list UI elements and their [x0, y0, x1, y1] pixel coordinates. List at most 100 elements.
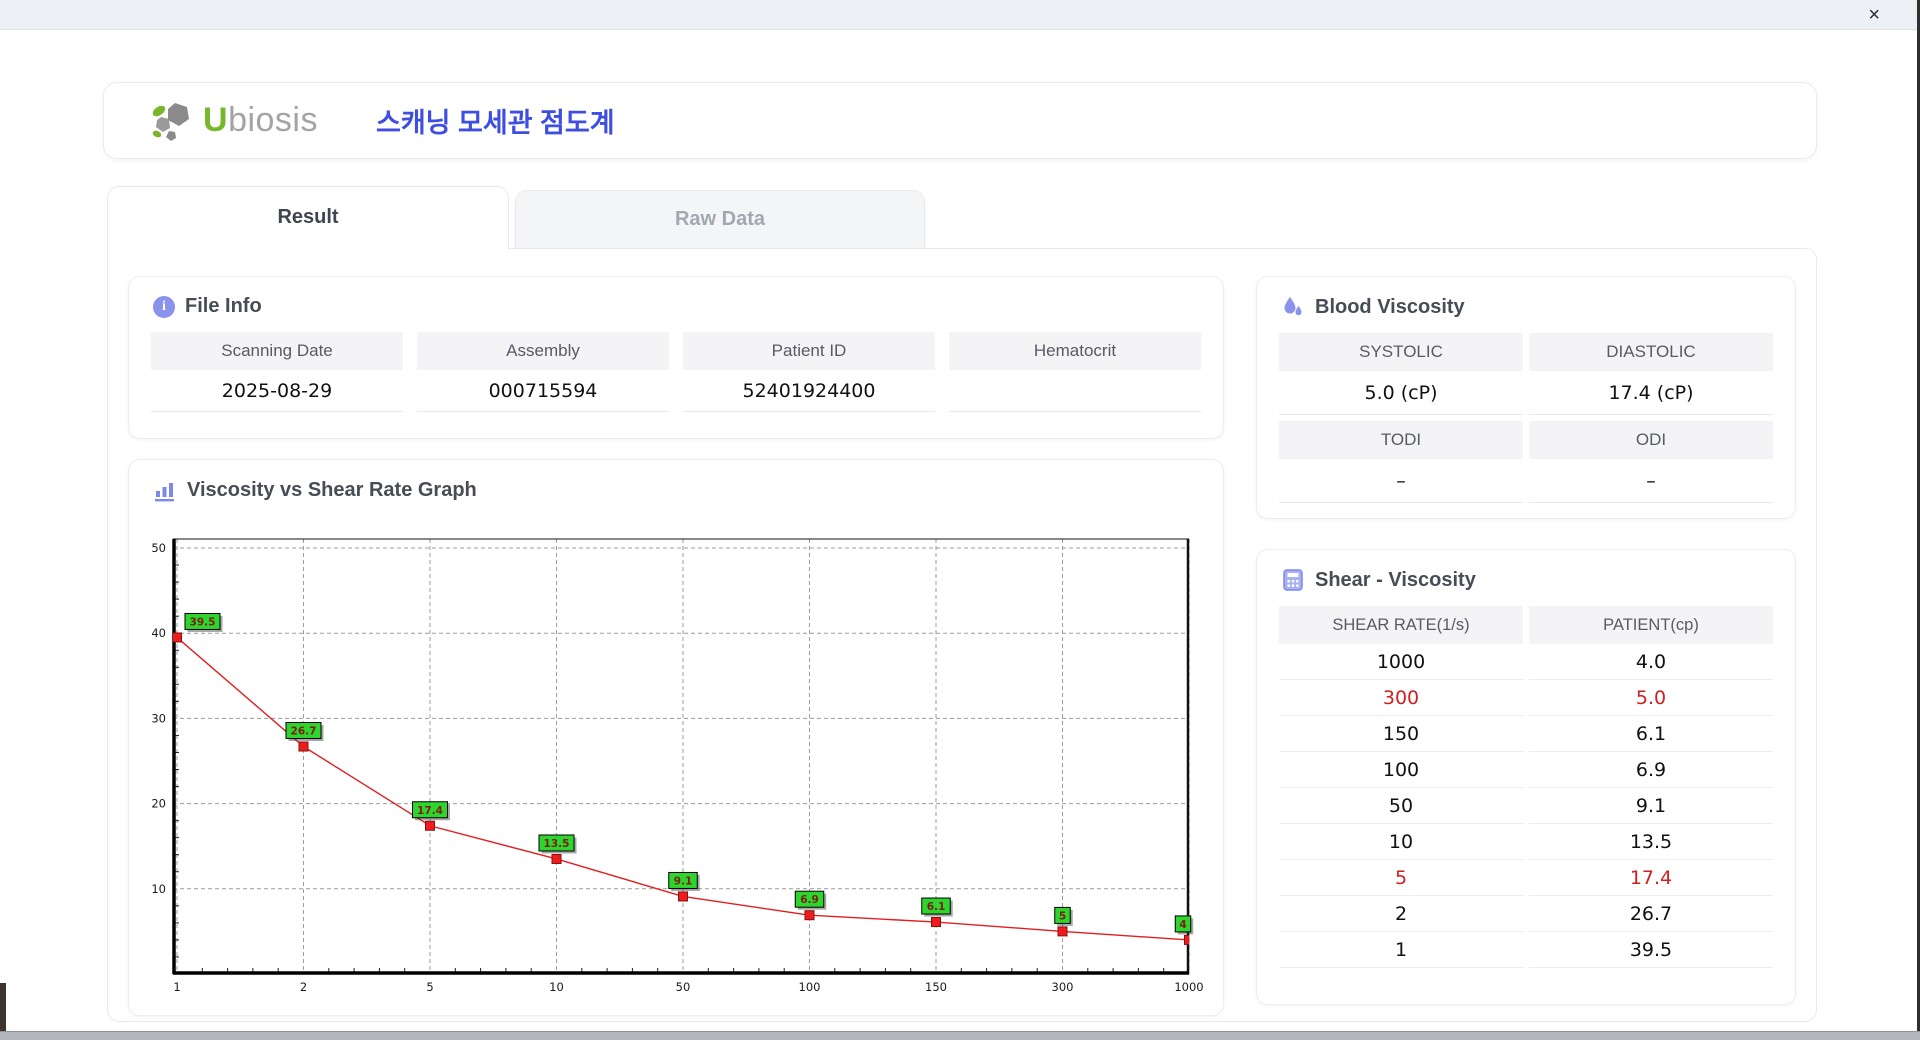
field-hematocrit: Hematocrit: [949, 332, 1201, 412]
table-row: 150 6.1: [1279, 716, 1773, 752]
field-assembly: Assembly 000715594: [417, 332, 669, 412]
patient-value: 6.1: [1529, 716, 1773, 752]
svg-text:5: 5: [426, 980, 433, 994]
shear-rate-value: 300: [1279, 680, 1523, 716]
diastolic-label: DIASTOLIC: [1529, 333, 1773, 371]
field-value: 000715594: [417, 370, 669, 412]
table-row: 100 6.9: [1279, 752, 1773, 788]
field-label: Scanning Date: [151, 332, 403, 370]
svg-text:13.5: 13.5: [544, 838, 570, 850]
desktop-corner: [0, 983, 6, 1031]
svg-text:5: 5: [1059, 910, 1066, 922]
svg-text:39.5: 39.5: [190, 616, 216, 628]
table-row: 2 26.7: [1279, 896, 1773, 932]
patient-value: 13.5: [1529, 824, 1773, 860]
svg-text:50: 50: [676, 980, 691, 994]
shear-rate-value: 1: [1279, 932, 1523, 968]
svg-text:6.1: 6.1: [927, 901, 946, 913]
table-row: 10 13.5: [1279, 824, 1773, 860]
svg-text:10: 10: [151, 882, 166, 896]
shear-rate-value: 5: [1279, 860, 1523, 896]
bar-chart-icon: [155, 483, 174, 502]
svg-text:1: 1: [173, 980, 180, 994]
field-label: Assembly: [417, 332, 669, 370]
shear-rate-value: 150: [1279, 716, 1523, 752]
file-info-card: i File Info Scanning Date 2025-08-29 Ass…: [128, 276, 1224, 439]
systolic-value: 5.0 (cP): [1279, 371, 1523, 415]
tab-result[interactable]: Result: [107, 186, 509, 250]
brand-letter: U: [203, 101, 229, 139]
svg-text:2: 2: [300, 980, 307, 994]
patient-value: 6.9: [1529, 752, 1773, 788]
svg-text:17.4: 17.4: [417, 805, 443, 817]
field-label: Hematocrit: [949, 332, 1201, 370]
ubiosis-logo-icon: [152, 102, 189, 141]
tab-raw-data[interactable]: Raw Data: [515, 190, 925, 250]
brand-rest: biosis: [228, 101, 318, 139]
svg-text:10: 10: [549, 980, 564, 994]
svg-text:50: 50: [151, 541, 166, 555]
table-row: 5 17.4: [1279, 860, 1773, 896]
systolic-label: SYSTOLIC: [1279, 333, 1523, 371]
patient-value: 9.1: [1529, 788, 1773, 824]
diastolic-value: 17.4 (cP): [1529, 371, 1773, 415]
ubiosis-logo: Ubiosis: [149, 99, 318, 143]
field-label: Patient ID: [683, 332, 935, 370]
ubiosis-logo-text: Ubiosis: [203, 101, 318, 140]
calculator-icon: [1283, 569, 1303, 591]
col-shear-rate: SHEAR RATE(1/s): [1279, 606, 1523, 644]
field-value: 52401924400: [683, 370, 935, 412]
field-value: 2025-08-29: [151, 370, 403, 412]
field-patient-id: Patient ID 52401924400: [683, 332, 935, 412]
shear-viscosity-card: Shear - Viscosity SHEAR RATE(1/s) PATIEN…: [1256, 549, 1796, 1005]
svg-text:150: 150: [925, 980, 947, 994]
patient-value: 17.4: [1529, 860, 1773, 896]
todi-label: TODI: [1279, 421, 1523, 459]
svg-text:30: 30: [151, 711, 166, 725]
field-scanning-date: Scanning Date 2025-08-29: [151, 332, 403, 412]
blood-viscosity-card: Blood Viscosity SYSTOLIC DIASTOLIC 5.0 (…: [1256, 276, 1796, 519]
shear-rate-value: 10: [1279, 824, 1523, 860]
svg-text:9.1: 9.1: [674, 875, 693, 887]
shear-rate-value: 2: [1279, 896, 1523, 932]
window-titlebar: ×: [0, 0, 1920, 30]
patient-value: 4.0: [1529, 644, 1773, 680]
graph-title: Viscosity vs Shear Rate Graph: [187, 478, 477, 501]
patient-value: 26.7: [1529, 896, 1773, 932]
odi-label: ODI: [1529, 421, 1773, 459]
viscosity-graph-card: Viscosity vs Shear Rate Graph 10 20 30 40 50…: [128, 459, 1224, 1016]
blood-drops-icon: [1284, 297, 1302, 316]
file-info-title: File Info: [185, 295, 262, 317]
result-panel: i File Info Scanning Date 2025-08-29 Ass…: [107, 248, 1817, 1022]
svg-text:6.9: 6.9: [800, 894, 819, 906]
svg-text:40: 40: [151, 626, 166, 640]
app-title: 스캐닝 모세관 점도계: [376, 108, 615, 138]
shear-viscosity-title: Shear - Viscosity: [1315, 568, 1476, 591]
svg-text:100: 100: [799, 980, 821, 994]
patient-value: 5.0: [1529, 680, 1773, 716]
info-icon: i: [153, 295, 175, 318]
field-value: [949, 370, 1201, 412]
close-icon[interactable]: ×: [1868, 3, 1880, 27]
shear-rate-value: 1000: [1279, 644, 1523, 680]
shear-viscosity-table: SHEAR RATE(1/s) PATIENT(cp) 1000 4.0 300 5…: [1257, 592, 1795, 968]
viscosity-chart: 10 20 30 40 50 1 2 5 10 50 100 150 300 1000 39.5 26.7 17…: [151, 538, 1204, 994]
patient-value: 39.5: [1529, 932, 1773, 968]
table-header-row: SHEAR RATE(1/s) PATIENT(cp): [1279, 606, 1773, 644]
table-row: 300 5.0: [1279, 680, 1773, 716]
svg-text:1000: 1000: [1174, 980, 1203, 994]
svg-text:300: 300: [1052, 980, 1074, 994]
svg-text:20: 20: [151, 797, 166, 811]
odi-value: –: [1529, 459, 1773, 503]
window-bottom-border: [0, 1031, 1920, 1040]
svg-text:4: 4: [1179, 919, 1186, 931]
shear-rate-value: 50: [1279, 788, 1523, 824]
table-row: 1 39.5: [1279, 932, 1773, 968]
header-card: Ubiosis 스캐닝 모세관 점도계: [103, 82, 1817, 159]
todi-value: –: [1279, 459, 1523, 503]
table-row: 50 9.1: [1279, 788, 1773, 824]
col-patient: PATIENT(cp): [1529, 606, 1773, 644]
table-row: 1000 4.0: [1279, 644, 1773, 680]
blood-viscosity-title: Blood Viscosity: [1315, 295, 1465, 318]
shear-rate-value: 100: [1279, 752, 1523, 788]
